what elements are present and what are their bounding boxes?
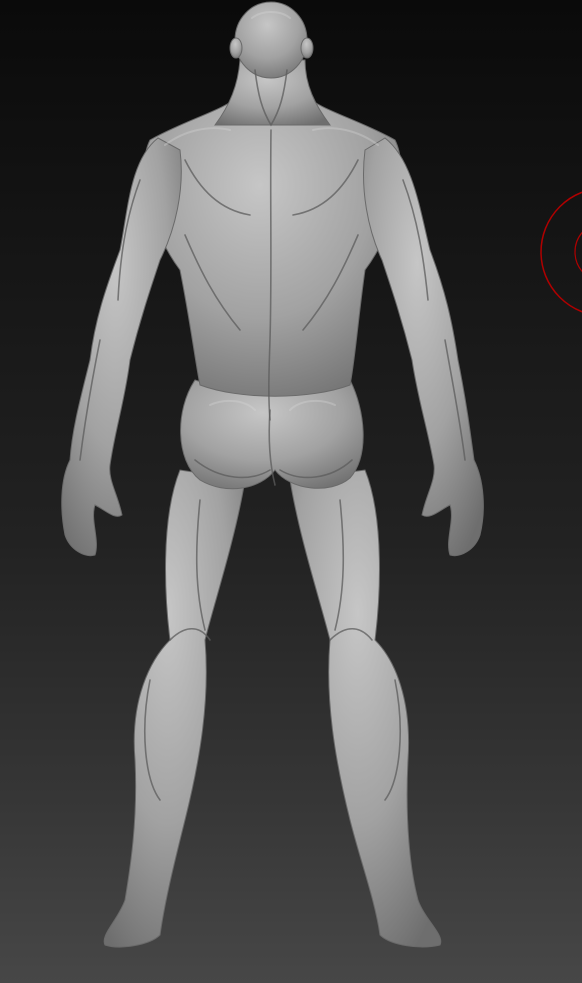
torso [143, 94, 402, 397]
head [234, 1, 308, 79]
right-arm [363, 137, 484, 557]
sculpt-viewport[interactable] [0, 0, 582, 983]
right-ear [300, 37, 314, 59]
left-ear [229, 37, 243, 59]
sculpt-model[interactable] [61, 1, 484, 948]
left-arm [61, 137, 182, 557]
left-leg [103, 469, 246, 948]
right-leg [289, 469, 442, 948]
viewport-canvas[interactable] [0, 0, 582, 983]
brush-cursor[interactable] [540, 188, 582, 316]
brush-inner-ring [574, 231, 582, 273]
brush-outer-ring [540, 191, 582, 313]
